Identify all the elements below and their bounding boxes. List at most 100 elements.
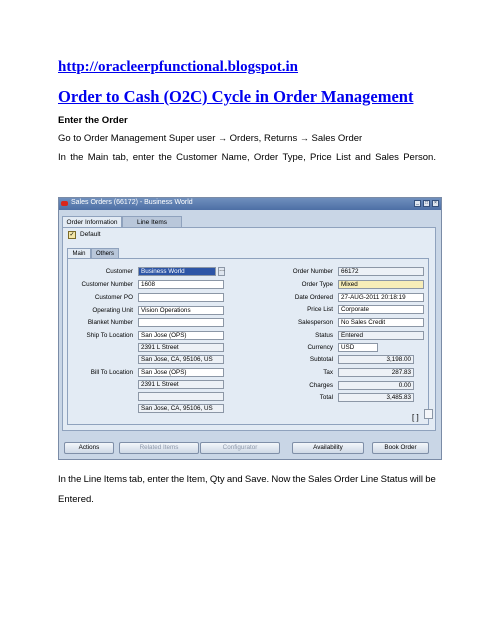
word: tab, <box>129 474 146 485</box>
window-titlebar: Sales Orders (66172) - Business World _ … <box>59 198 441 210</box>
bill-to-address-line: 2391 L Street <box>138 380 224 389</box>
word: Name, <box>221 152 250 163</box>
word: Status <box>380 474 408 485</box>
list-of-values-icon[interactable]: … <box>218 267 225 276</box>
line-items-instruction-end: Entered. <box>58 494 94 505</box>
word: Now <box>271 474 291 485</box>
navigation-path: Go to Order Management Super user → Orde… <box>58 133 362 144</box>
salesperson-field[interactable]: No Sales Credit <box>338 318 424 327</box>
word: enter <box>147 474 169 485</box>
word: the <box>70 152 84 163</box>
word: Sales <box>375 152 399 163</box>
word: In <box>58 152 66 163</box>
word: the <box>68 474 82 485</box>
word: will <box>409 474 424 485</box>
window-title: Sales Orders (66172) - Business World <box>71 199 193 206</box>
price-list-field[interactable]: Corporate <box>338 305 424 314</box>
word: Qty <box>209 474 225 485</box>
customer-field[interactable]: Business World <box>138 267 216 276</box>
blog-url-link[interactable]: http://oracleerpfunctional.blogspot.in <box>58 59 298 76</box>
status-field: Entered <box>338 331 424 340</box>
word: Line <box>83 474 102 485</box>
word: and <box>226 474 243 485</box>
word: Save. <box>244 474 270 485</box>
bill-to-location-label: Bill To Location <box>90 369 133 376</box>
order-number-field: 66172 <box>338 267 424 276</box>
maximize-icon[interactable]: □ <box>423 200 430 207</box>
default-checkbox-icon[interactable]: ✓ <box>68 231 76 239</box>
tax-field: 287.83 <box>338 368 414 377</box>
word: Sales <box>308 474 332 485</box>
customer-label: Customer <box>105 268 133 275</box>
availability-button[interactable]: Availability <box>292 442 364 454</box>
blanket-number-field[interactable] <box>138 318 224 327</box>
blanket-number-label: Blanket Number <box>87 319 133 326</box>
step-title: Enter the Order <box>58 115 128 126</box>
default-label: Default <box>80 231 101 238</box>
oracle-logo-icon <box>61 201 68 206</box>
date-ordered-field[interactable]: 27-AUG-2011 20:18:19 <box>338 293 424 302</box>
minimize-icon[interactable]: _ <box>414 200 421 207</box>
arrow-icon: → <box>218 133 227 143</box>
subtotal-field: 3,198.00 <box>338 355 414 364</box>
nav-sales-order: Sales Order <box>311 133 363 144</box>
ship-to-location-label: Ship To Location <box>86 332 133 339</box>
word: the <box>292 474 306 485</box>
operating-unit-label: Operating Unit <box>92 307 133 314</box>
ship-to-address-line: 2391 L Street <box>138 343 224 352</box>
total-field: 3,485.83 <box>338 393 414 402</box>
word: Items <box>103 474 127 485</box>
word: tab, <box>112 152 129 163</box>
word: Item, <box>186 474 208 485</box>
tax-label: Tax <box>323 369 333 376</box>
customer-number-field[interactable]: 1608 <box>138 280 224 289</box>
word: the <box>158 152 172 163</box>
charges-label: Charges <box>309 382 333 389</box>
arrow-icon: → <box>299 133 309 143</box>
word: Type, <box>282 152 306 163</box>
word: Line <box>360 474 379 485</box>
currency-field[interactable]: USD <box>338 343 378 352</box>
bill-to-address-line <box>138 392 224 401</box>
word: and <box>355 152 371 163</box>
bill-to-address-line: San Jose, CA, 95106, US <box>138 404 224 413</box>
configurator-button[interactable]: Configurator <box>200 442 280 454</box>
field-corner-box[interactable] <box>424 409 433 419</box>
close-icon[interactable]: × <box>432 200 439 207</box>
currency-label: Currency <box>307 344 333 351</box>
actions-button[interactable]: Actions <box>64 442 114 454</box>
ship-to-address-line: San Jose, CA, 95106, US <box>138 355 224 364</box>
operating-unit-field[interactable]: Vision Operations <box>138 306 224 315</box>
word: the <box>171 474 185 485</box>
customer-po-field[interactable] <box>138 293 224 302</box>
total-label: Total <box>319 394 333 401</box>
book-order-button[interactable]: Book Order <box>372 442 429 454</box>
word: be <box>425 474 436 485</box>
descriptive-flexfield-icon[interactable]: [ ] <box>412 413 419 422</box>
word: enter <box>132 152 155 163</box>
charges-field: 0.00 <box>338 381 414 390</box>
salesperson-label: Salesperson <box>297 319 333 326</box>
price-list-label: Price List <box>307 306 333 313</box>
order-number-label: Order Number <box>292 268 333 275</box>
word: List <box>335 152 351 163</box>
word: Order <box>334 474 359 485</box>
date-ordered-label: Date Ordered <box>294 294 333 301</box>
subtotal-label: Subtotal <box>309 356 333 363</box>
ship-to-location-field[interactable]: San Jose (OPS) <box>138 331 224 340</box>
word: Order <box>253 152 279 163</box>
sales-orders-window: Sales Orders (66172) - Business World _ … <box>58 197 442 460</box>
word: Person. <box>403 152 436 163</box>
order-type-field[interactable]: Mixed <box>338 280 424 289</box>
line-items-instruction: In the Line Items tab, enter the Item, Qty and Sav… <box>58 474 436 485</box>
word: Price <box>310 152 332 163</box>
main-tab-instruction: In the Main tab, enter the Customer Name, Order T… <box>58 152 436 163</box>
customer-po-label: Customer PO <box>94 294 133 301</box>
order-type-label: Order Type <box>301 281 333 288</box>
bill-to-location-field[interactable]: San Jose (OPS) <box>138 368 224 377</box>
word: Customer <box>176 152 218 163</box>
document-heading: Order to Cash (O2C) Cycle in Order Manag… <box>58 87 414 106</box>
status-label: Status <box>315 332 333 339</box>
related-items-button[interactable]: Related Items <box>119 442 199 454</box>
word: In <box>58 474 66 485</box>
